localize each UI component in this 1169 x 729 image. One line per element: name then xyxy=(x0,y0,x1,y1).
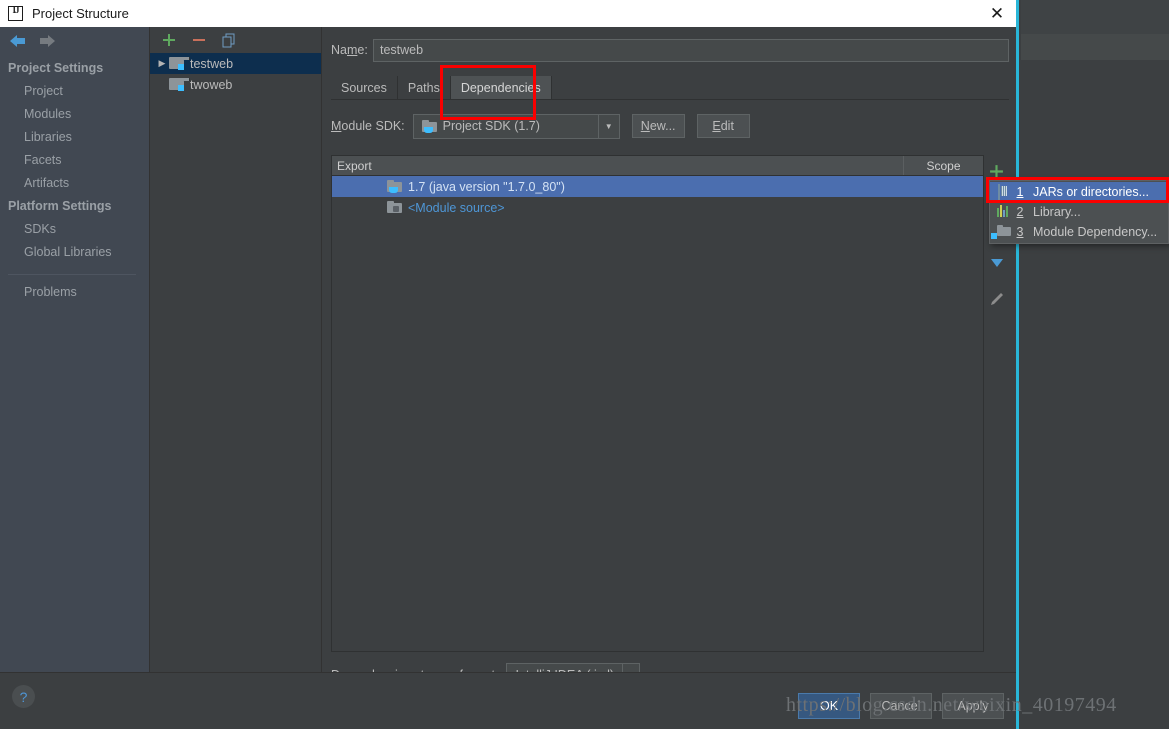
edit-sdk-button[interactable]: Edit xyxy=(696,114,750,138)
module-source-icon xyxy=(387,201,402,214)
project-structure-dialog: Project Structure ✕ Project Settings xyxy=(0,0,1019,729)
menu-item-mnemonic: 1 xyxy=(1016,185,1024,199)
ide-background-editor xyxy=(1021,60,1169,729)
dependency-name: 1.7 (java version "1.7.0_80") xyxy=(408,179,565,194)
module-tabs: Sources Paths Dependencies xyxy=(331,75,1009,100)
module-folder-icon xyxy=(991,225,1011,239)
table-row[interactable]: 1.7 (java version "1.7.0_80") xyxy=(332,176,983,197)
module-sdk-label: Module SDK: xyxy=(331,119,405,133)
dependencies-table: Export Scope 1.7 (java version "1.7.0_80… xyxy=(331,155,984,652)
modules-toolbar xyxy=(150,27,321,53)
column-header-export[interactable]: Export xyxy=(332,156,904,175)
arrow-down-icon[interactable] xyxy=(986,252,1008,274)
module-list-item-testweb[interactable]: ▶ testweb xyxy=(150,53,321,74)
sidebar-item-problems[interactable]: Problems xyxy=(0,281,150,304)
sidebar-divider xyxy=(8,274,136,275)
module-sdk-value: Project SDK (1.7) xyxy=(442,119,540,133)
sidebar-item-artifacts[interactable]: Artifacts xyxy=(0,172,150,195)
ide-background-tab-strip xyxy=(1021,34,1169,61)
sidebar-item-project[interactable]: Project xyxy=(0,80,150,103)
module-editor: Name: Sources Paths Dependencies Module … xyxy=(323,27,1016,688)
minus-icon[interactable] xyxy=(190,31,208,49)
tab-dependencies[interactable]: Dependencies xyxy=(450,76,552,99)
sidebar-item-facets[interactable]: Facets xyxy=(0,149,150,172)
module-list-item-twoweb[interactable]: twoweb xyxy=(150,74,321,95)
apply-button[interactable]: Apply xyxy=(942,693,1004,719)
chevron-down-icon[interactable]: ▼ xyxy=(597,114,619,138)
ok-button[interactable]: OK xyxy=(798,693,860,719)
sidebar-group-project-settings: Project Settings xyxy=(8,61,104,75)
menu-item-mnemonic: 3 xyxy=(1016,225,1024,239)
forward-arrow-icon[interactable] xyxy=(35,31,59,51)
sidebar-list: Project Settings Project Modules Librari… xyxy=(0,57,150,304)
sidebar-group-platform-settings: Platform Settings xyxy=(8,199,112,213)
menu-item-mnemonic: 2 xyxy=(1016,205,1024,219)
menu-item-label: JARs or directories... xyxy=(1033,185,1150,199)
plus-icon[interactable] xyxy=(160,31,178,49)
menu-item-module-dependency[interactable]: 3 Module Dependency... xyxy=(990,222,1168,242)
sidebar-nav-arrows xyxy=(0,27,150,55)
help-button[interactable]: ? xyxy=(12,685,35,708)
table-row[interactable]: <Module source> xyxy=(332,197,983,218)
copy-icon[interactable] xyxy=(220,31,238,49)
new-sdk-button[interactable]: New... xyxy=(631,114,685,138)
menu-item-label: Library... xyxy=(1033,205,1081,219)
dialog-title: Project Structure xyxy=(32,6,129,21)
module-list-item-label: testweb xyxy=(190,56,234,71)
module-folder-icon xyxy=(169,78,190,91)
dialog-titlebar: Project Structure ✕ xyxy=(0,0,1016,27)
sdk-folder-icon xyxy=(387,180,402,193)
add-dependency-menu: 1 JARs or directories... 2 Library... 3 … xyxy=(989,180,1169,244)
modules-panel: ▶ testweb twoweb xyxy=(150,27,322,672)
sidebar-item-libraries[interactable]: Libraries xyxy=(0,126,150,149)
sidebar-item-global-libraries[interactable]: Global Libraries xyxy=(0,241,150,264)
dependencies-table-header: Export Scope xyxy=(332,156,983,176)
name-row: Name: xyxy=(331,38,1009,62)
tab-paths[interactable]: Paths xyxy=(397,76,451,99)
dialog-action-buttons: OK Cancel Apply xyxy=(798,693,1004,719)
caret-placeholder xyxy=(155,78,169,92)
sdk-folder-icon xyxy=(421,119,437,133)
library-icon xyxy=(995,205,1011,219)
screen-root: Project Structure ✕ Project Settings xyxy=(0,0,1169,729)
intellij-idea-icon xyxy=(8,5,23,21)
ide-background-toolbar-strip xyxy=(1021,0,1169,35)
sidebar-item-sdks[interactable]: SDKs xyxy=(0,218,150,241)
module-folder-icon xyxy=(169,57,190,70)
back-arrow-icon[interactable] xyxy=(6,31,30,51)
chevron-right-icon[interactable]: ▶ xyxy=(155,57,169,71)
column-header-scope[interactable]: Scope xyxy=(904,156,983,175)
module-sdk-combobox[interactable]: Project SDK (1.7) ▼ xyxy=(412,113,620,139)
module-sdk-row: Module SDK: Project SDK (1.7) ▼ New... E… xyxy=(331,113,1009,139)
module-list-item-label: twoweb xyxy=(190,77,233,92)
menu-item-jars-or-directories[interactable]: 1 JARs or directories... xyxy=(990,182,1168,202)
pencil-icon[interactable] xyxy=(986,288,1008,310)
close-icon[interactable]: ✕ xyxy=(986,3,1008,25)
plus-icon[interactable] xyxy=(986,160,1008,182)
cancel-button[interactable]: Cancel xyxy=(870,693,932,719)
sidebar-item-modules[interactable]: Modules xyxy=(0,103,150,126)
jar-icon xyxy=(995,184,1011,200)
dialog-footer: ? OK Cancel Apply xyxy=(0,672,1016,729)
module-name-input[interactable] xyxy=(373,38,1009,62)
name-label: Name: xyxy=(331,43,368,57)
menu-item-label: Module Dependency... xyxy=(1033,225,1158,239)
menu-item-library[interactable]: 2 Library... xyxy=(990,202,1168,222)
dependency-name: <Module source> xyxy=(408,200,505,215)
settings-sidebar: Project Settings Project Modules Librari… xyxy=(0,27,150,672)
tab-sources[interactable]: Sources xyxy=(331,76,398,99)
